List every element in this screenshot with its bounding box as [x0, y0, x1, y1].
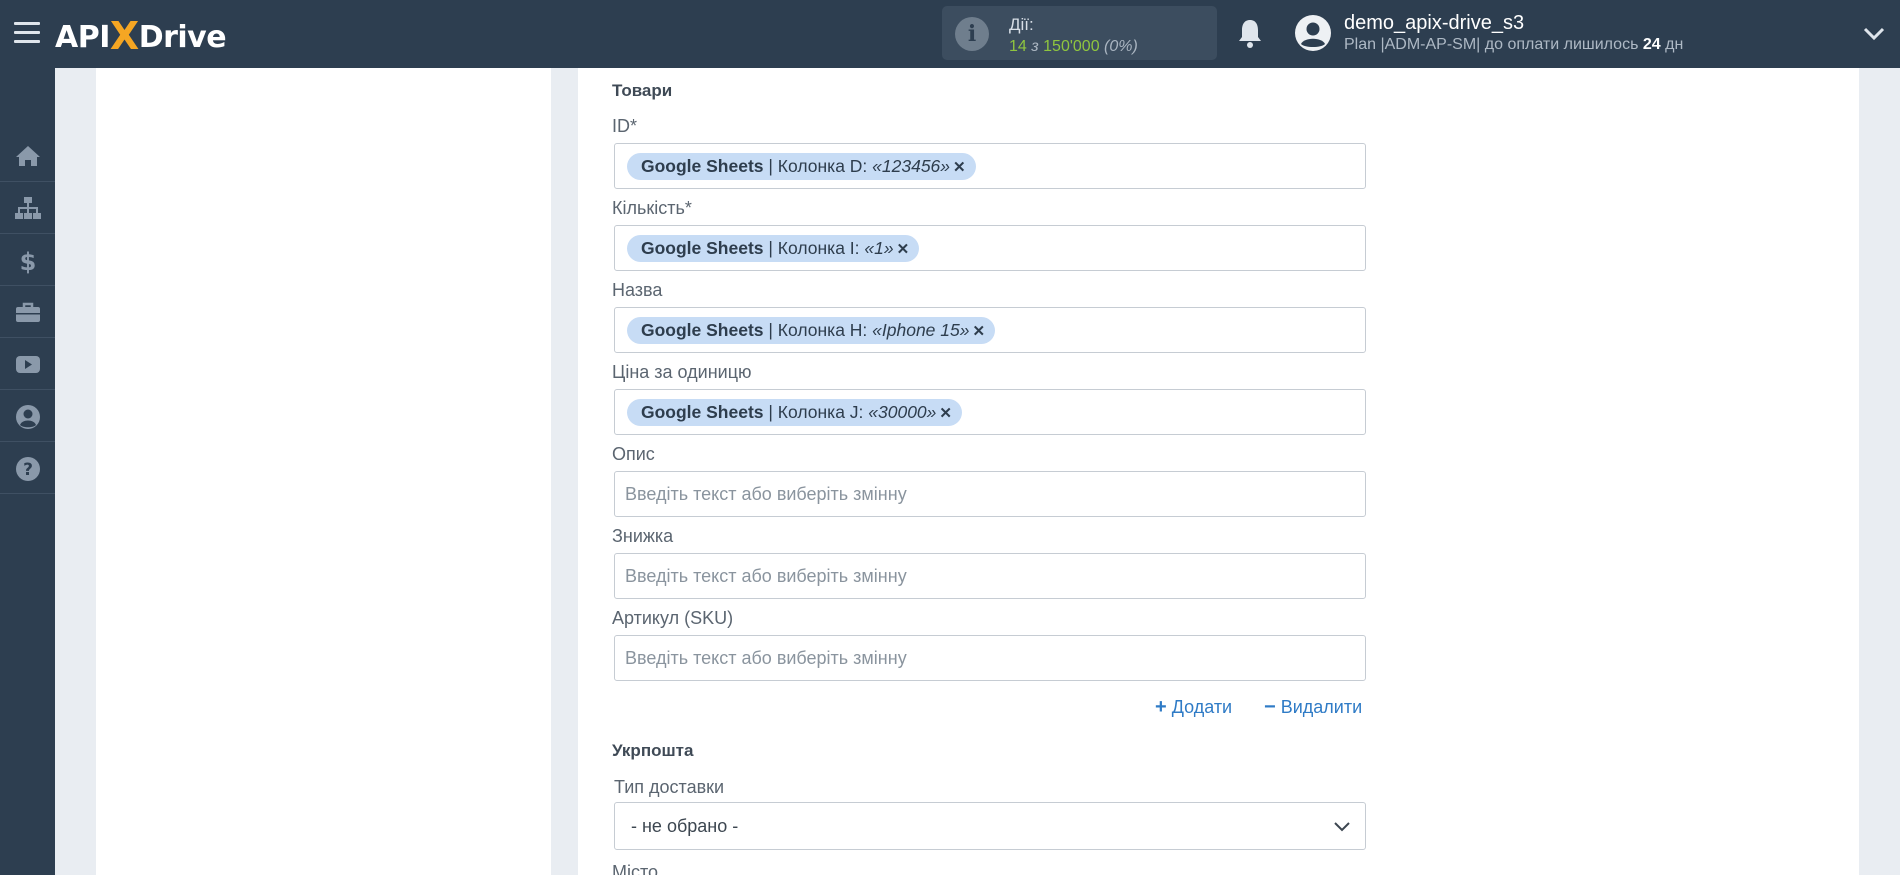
variable-chip[interactable]: Google Sheets | Колонка D: «123456» ✕: [627, 153, 976, 180]
sidebar-item-connections[interactable]: [0, 182, 55, 234]
sidebar-item-billing[interactable]: $: [0, 234, 55, 286]
field-label-city: Місто: [612, 862, 659, 875]
plus-icon: +: [1155, 696, 1167, 718]
question-icon: ?: [16, 457, 40, 481]
avatar-icon[interactable]: [1295, 15, 1331, 51]
remove-chip-icon[interactable]: ✕: [972, 318, 985, 345]
sidebar: $ ?: [0, 68, 55, 875]
field-label-id: ID*: [612, 116, 638, 136]
username[interactable]: demo_apix-drive_s3: [1344, 12, 1524, 35]
actions-counter: i Дії: 14 з 150'000 (0%): [942, 6, 1217, 60]
unit-price-field[interactable]: Google Sheets | Колонка J: «30000» ✕: [614, 389, 1366, 435]
minus-icon: −: [1264, 696, 1276, 718]
field-label-sku: Артикул (SKU): [612, 608, 734, 628]
left-panel: [96, 68, 551, 875]
sidebar-item-video[interactable]: [0, 338, 55, 390]
briefcase-icon: [16, 302, 40, 322]
discount-field[interactable]: Введіть текст або виберіть змінну: [614, 553, 1366, 599]
add-button[interactable]: + Додати: [1155, 696, 1232, 719]
placeholder: Введіть текст або виберіть змінну: [625, 648, 907, 668]
sidebar-item-home[interactable]: [0, 130, 55, 182]
field-label-quantity: Кількість*: [612, 198, 692, 218]
plan-info: Plan |ADM-AP-SM| до оплати лишилось 24 д…: [1344, 36, 1684, 53]
dollar-icon: $: [20, 248, 37, 274]
bell-icon[interactable]: [1235, 17, 1265, 49]
placeholder: Введіть текст або виберіть змінну: [625, 566, 907, 586]
quantity-field[interactable]: Google Sheets | Колонка I: «1» ✕: [614, 225, 1366, 271]
youtube-icon: [16, 356, 40, 373]
svg-text:$: $: [20, 248, 37, 274]
sitemap-icon: [15, 197, 41, 219]
variable-chip[interactable]: Google Sheets | Колонка I: «1» ✕: [627, 235, 920, 263]
logo[interactable]: APIXDrive: [55, 12, 227, 58]
remove-chip-icon[interactable]: ✕: [939, 400, 952, 427]
delivery-type-select[interactable]: - не обрано -: [614, 802, 1366, 850]
field-label-unit-price: Ціна за одиницю: [612, 362, 752, 382]
remove-button[interactable]: − Видалити: [1264, 696, 1362, 719]
field-label-name: Назва: [612, 280, 663, 300]
actions-count: 14 з 150'000 (0%): [1009, 38, 1138, 55]
description-field[interactable]: Введіть текст або виберіть змінну: [614, 471, 1366, 517]
section-title-goods: Товари: [612, 81, 673, 100]
user-circle-icon: [16, 405, 40, 429]
remove-chip-icon[interactable]: ✕: [897, 236, 910, 263]
field-label-discount: Знижка: [612, 526, 674, 546]
variable-chip[interactable]: Google Sheets | Колонка J: «30000» ✕: [627, 399, 962, 426]
field-label-delivery-type: Тип доставки: [614, 777, 725, 797]
info-icon: i: [955, 17, 989, 51]
chevron-down-icon[interactable]: [1862, 24, 1886, 42]
name-field[interactable]: Google Sheets | Колонка H: «Iphone 15» ✕: [614, 307, 1366, 353]
placeholder: Введіть текст або виберіть змінну: [625, 484, 907, 504]
chevron-down-icon: [1334, 822, 1350, 832]
sidebar-item-services[interactable]: [0, 286, 55, 338]
field-label-description: Опис: [612, 444, 655, 464]
sku-field[interactable]: Введіть текст або виберіть змінну: [614, 635, 1366, 681]
delivery-type-value: - не обрано -: [631, 816, 739, 836]
actions-label: Дії:: [1009, 15, 1034, 34]
top-bar: APIXDrive i Дії: 14 з 150'000 (0%) demo_…: [0, 0, 1900, 68]
variable-chip[interactable]: Google Sheets | Колонка H: «Iphone 15» ✕: [627, 317, 996, 345]
menu-icon[interactable]: [14, 22, 40, 44]
id-field[interactable]: Google Sheets | Колонка D: «123456» ✕: [614, 143, 1366, 189]
sidebar-item-help[interactable]: ?: [0, 442, 55, 494]
remove-chip-icon[interactable]: ✕: [953, 154, 966, 181]
sidebar-item-profile[interactable]: [0, 390, 55, 442]
svg-text:?: ?: [23, 460, 33, 480]
home-icon: [16, 146, 40, 166]
section-title-ukrposhta: Укрпошта: [612, 741, 694, 760]
